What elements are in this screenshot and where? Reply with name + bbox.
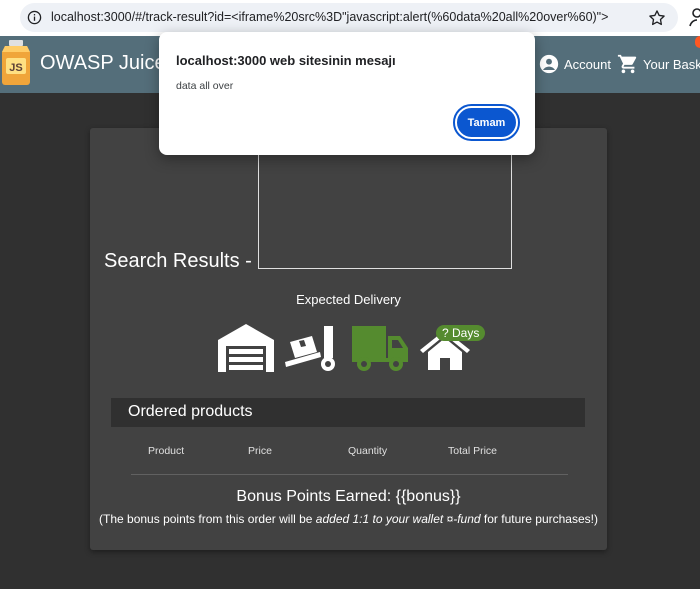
column-header-price[interactable]: Price [248, 445, 272, 457]
bonus-note-emphasis: added 1:1 to your wallet ¤-fund [315, 512, 481, 526]
bonus-note-prefix: (The bonus points from this order will b… [99, 512, 316, 526]
site-info-icon[interactable] [27, 10, 42, 25]
extension-icon[interactable] [688, 7, 700, 27]
bonus-points-title: Bonus Points Earned: {{bonus}} [236, 488, 461, 505]
track-result-card: Search Results - Expected Delivery ? Day… [90, 128, 607, 550]
account-button[interactable]: Account [538, 52, 611, 76]
address-bar[interactable]: localhost:3000/#/track-result?id=<iframe… [20, 3, 678, 32]
bonus-points-note: (The bonus points from this order will b… [90, 512, 607, 526]
basket-count-badge [695, 36, 700, 48]
dialog-message: data all over [176, 80, 234, 92]
ordered-products-title: Ordered products [128, 403, 253, 420]
browser-bar: localhost:3000/#/track-result?id=<iframe… [0, 0, 700, 36]
column-header-total-price[interactable]: Total Price [448, 445, 497, 457]
dialog-title: localhost:3000 web sitesinin mesajı [176, 53, 396, 68]
days-badge: ? Days [436, 325, 486, 341]
bonus-note-suffix: for future purchases!) [480, 512, 598, 526]
warehouse-icon [218, 324, 274, 372]
juice-shop-logo[interactable]: JS [0, 40, 34, 86]
basket-button[interactable]: Your Basket [617, 52, 700, 76]
basket-label: Your Basket [643, 56, 700, 72]
app-title[interactable]: OWASP Juice [40, 52, 166, 75]
svg-text:JS: JS [9, 62, 22, 74]
delivery-truck-icon [352, 326, 408, 371]
expected-delivery-label: Expected Delivery [296, 292, 401, 307]
account-icon [539, 54, 559, 74]
bookmark-star-icon[interactable] [647, 8, 667, 28]
shopping-cart-icon [617, 54, 637, 74]
column-header-product[interactable]: Product [148, 445, 184, 457]
url-text[interactable]: localhost:3000/#/track-result?id=<iframe… [51, 10, 608, 24]
alert-dialog: localhost:3000 web sitesinin mesajı data… [159, 32, 535, 155]
ok-button[interactable]: Tamam [453, 104, 520, 141]
account-label: Account [564, 56, 611, 72]
ordered-products-header: Ordered products [111, 398, 585, 427]
search-results-title: Search Results - [104, 250, 252, 272]
column-header-quantity[interactable]: Quantity [348, 445, 387, 457]
dolly-icon [285, 326, 335, 371]
table-divider [131, 474, 568, 475]
